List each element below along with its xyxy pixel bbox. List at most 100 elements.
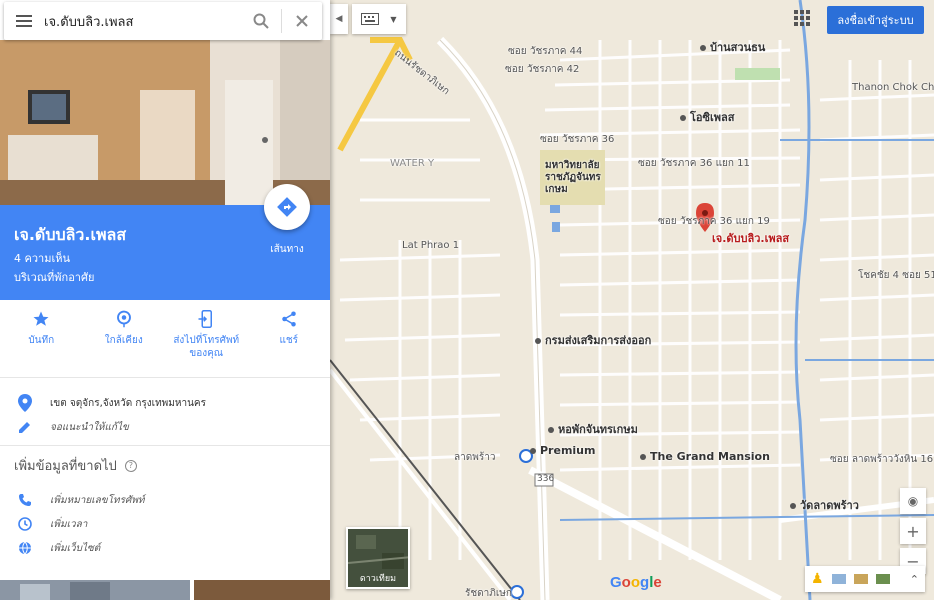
pegman-icon[interactable]: ♟ (811, 571, 824, 587)
map-label-place: หอพักจันทรเกษม (548, 420, 638, 438)
help-icon[interactable]: ? (124, 459, 137, 472)
poi-icon (680, 115, 686, 121)
temple-icon (790, 503, 796, 509)
input-tools-button[interactable]: ▼ (352, 4, 406, 34)
map-label-street: Lat Phrao 1 (402, 240, 460, 251)
menu-button[interactable] (4, 2, 44, 40)
route-shield-label: 336 (537, 474, 555, 484)
map-label-street: ซอย วัชรภาค 36 แยก 19 (658, 216, 770, 227)
zoom-controls: ◉ + − (900, 488, 926, 578)
add-phone-text: เพิ่มหมายเลขโทรศัพท์ (50, 494, 145, 506)
clear-search-button[interactable] (282, 2, 322, 40)
expand-up-icon[interactable]: ⌃ (910, 573, 919, 586)
action-bar: บันทึก ใกล้เคียง ส่งไปที่โทรศัพท์ของคุณ … (0, 300, 330, 372)
layer-thumbnail[interactable] (831, 574, 846, 584)
share-button[interactable]: แชร์ (248, 300, 331, 372)
save-button[interactable]: บันทึก (0, 300, 83, 372)
satellite-label: ดาวเทียม (359, 574, 397, 584)
photo-thumbnails[interactable] (0, 580, 330, 600)
globe-icon (19, 541, 31, 555)
hamburger-menu-icon (16, 15, 32, 27)
missing-info-heading: เพิ่มข้อมูลที่ขาดไป ? (14, 455, 137, 476)
selected-place-label[interactable]: เจ.ดับบลิว.เพลส (712, 229, 789, 247)
nearby-label: ใกล้เคียง (104, 335, 143, 346)
place-photo-image (0, 40, 330, 205)
map-label-place: โอซิเพลส (680, 108, 734, 126)
directions-label: เส้นทาง (270, 244, 304, 255)
poi-icon (535, 338, 541, 344)
map-label-street: Thanon Chok Chai 4 (852, 82, 934, 93)
map-label-station: รัชดาภิเษก (465, 588, 512, 599)
my-location-button[interactable]: ◉ (900, 488, 926, 514)
directions-icon (277, 197, 297, 217)
map-label-place: The Grand Mansion (640, 450, 770, 463)
address-text: เขต จตุจักร,จังหวัด กรุงเทพมหานคร (50, 397, 206, 409)
caret-down-icon: ▼ (390, 14, 397, 24)
place-title: เจ.ดับบลิว.เพลส (14, 225, 127, 244)
layer-thumbnail[interactable] (853, 574, 868, 584)
add-hours-row[interactable]: เพิ่มเวลา (0, 512, 330, 536)
nearby-button[interactable]: ใกล้เคียง (83, 300, 166, 372)
divider (0, 445, 330, 446)
apps-grid-icon[interactable] (794, 10, 810, 26)
satellite-toggle[interactable]: ดาวเทียม (346, 527, 410, 589)
map-label-street: ซอย ลาดพร้าววังหิน 16 (830, 454, 934, 465)
search-input[interactable] (44, 6, 241, 36)
add-website-text: เพิ่มเว็บไซต์ (50, 542, 101, 554)
chevron-left-icon: ◀ (335, 14, 343, 24)
street-view-bar: ♟ ⌃ (805, 566, 925, 592)
send-to-phone-button[interactable]: ส่งไปที่โทรศัพท์ของคุณ (165, 300, 248, 372)
map-label-street: โชคชัย 4 ซอย 51 (858, 270, 934, 281)
map-label-place: กรมส่งเสริมการส่งออก (535, 331, 651, 349)
layer-thumbnail[interactable] (875, 574, 890, 584)
directions-button[interactable] (264, 184, 310, 230)
add-website-row[interactable]: เพิ่มเว็บไซต์ (0, 536, 330, 560)
map-label-place: บ้านสวนธน (700, 38, 765, 56)
place-panel: เจ.ดับบลิว.เพลส 4 ความเห็น บริเวณที่พักอ… (0, 0, 330, 600)
missing-info-title: เพิ่มข้อมูลที่ขาดไป (14, 459, 117, 474)
clock-icon (18, 517, 32, 531)
plus-icon: + (906, 521, 920, 541)
signin-button[interactable]: ลงชื่อเข้าสู่ระบบ (827, 6, 924, 34)
add-hours-text: เพิ่มเวลา (50, 518, 88, 530)
photo-thumbnail-strip (0, 580, 330, 600)
map-label-street: ซอย วัชรภาค 44 (508, 46, 583, 57)
suggest-edit-row[interactable]: จอแนะนำให้แก้ไข (0, 415, 330, 439)
suggest-edit-text: จอแนะนำให้แก้ไข (50, 421, 129, 433)
map-label-street: ซอย วัชรภาค 36 (540, 134, 615, 145)
place-category: บริเวณที่พักอาศัย (14, 271, 95, 284)
send-to-phone-label: ส่งไปที่โทรศัพท์ของคุณ (173, 335, 240, 359)
collapse-panel-button[interactable]: ◀ (330, 4, 348, 34)
share-icon (282, 311, 296, 327)
map-label-street: ซอย วัชรภาค 36 แยก 11 (638, 158, 750, 169)
search-box (4, 2, 322, 40)
zoom-in-button[interactable]: + (900, 518, 926, 544)
poi-icon (640, 454, 646, 460)
pencil-icon (19, 422, 30, 433)
poi-icon (530, 448, 536, 454)
poi-icon (548, 427, 554, 433)
reviews-link[interactable]: 4 ความเห็น (14, 249, 70, 267)
send-to-phone-icon (198, 310, 213, 328)
location-pin-icon (18, 394, 32, 412)
search-icon (253, 13, 269, 29)
add-phone-row[interactable]: เพิ่มหมายเลขโทรศัพท์ (0, 488, 330, 512)
star-icon (33, 311, 49, 326)
close-icon (296, 15, 308, 27)
google-logo: Google (610, 574, 662, 591)
map-label-university: มหาวิทยาลัยราชภัฏจันทรเกษม (545, 160, 601, 195)
my-location-icon: ◉ (907, 494, 919, 508)
address-row[interactable]: เขต จตุจักร,จังหวัด กรุงเทพมหานคร (0, 391, 330, 415)
map-label-place: วัดลาดพร้าว (790, 496, 859, 514)
map-label-street: ซอย วัชรภาค 42 (505, 64, 580, 75)
map-label-place: WATER Y (390, 158, 435, 169)
poi-icon (700, 45, 706, 51)
search-button[interactable] (241, 2, 281, 40)
map-label-station: ลาดพร้าว (454, 452, 496, 463)
save-label: บันทึก (28, 335, 55, 346)
phone-icon (19, 494, 31, 506)
place-photo[interactable] (0, 40, 330, 205)
nearby-pin-icon (116, 310, 131, 328)
map-label-place: Premium (530, 444, 595, 457)
keyboard-icon (361, 13, 380, 25)
